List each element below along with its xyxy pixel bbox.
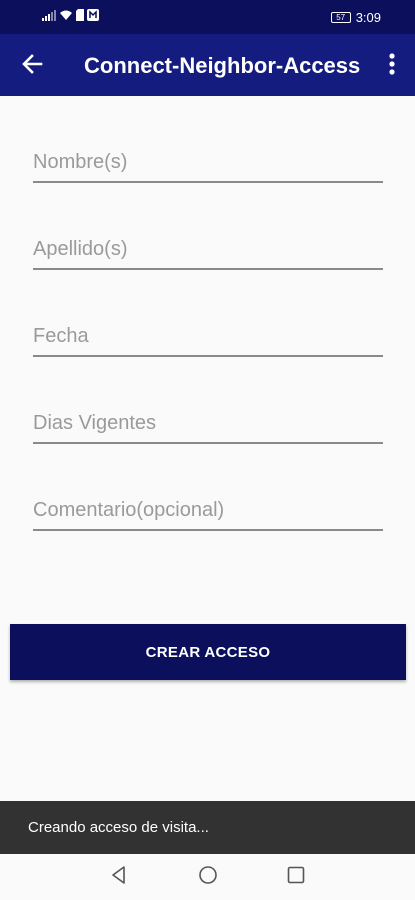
battery-icon: 57 bbox=[330, 11, 351, 23]
comentario-field[interactable] bbox=[33, 491, 383, 531]
comentario-field-container bbox=[33, 491, 383, 531]
nav-recents-button[interactable] bbox=[283, 864, 309, 890]
notification-icon bbox=[87, 8, 99, 26]
nav-home-button[interactable] bbox=[195, 864, 221, 890]
arrow-left-icon bbox=[21, 53, 43, 80]
back-triangle-icon bbox=[109, 865, 129, 890]
recents-square-icon bbox=[286, 865, 306, 890]
status-icons-left bbox=[42, 9, 99, 25]
snackbar: Creando acceso de visita... bbox=[0, 801, 415, 854]
nombre-field[interactable] bbox=[33, 143, 383, 183]
system-nav-bar bbox=[0, 854, 415, 900]
status-icons-right: 57 3:09 bbox=[330, 8, 381, 26]
more-vert-icon bbox=[389, 52, 395, 80]
signal-icon bbox=[42, 8, 56, 26]
dias-vigentes-field[interactable] bbox=[33, 404, 383, 444]
nombre-field-container bbox=[33, 143, 383, 183]
crear-acceso-button[interactable]: CREAR ACCESO bbox=[10, 624, 406, 680]
fecha-field[interactable] bbox=[33, 317, 383, 357]
nav-back-button[interactable] bbox=[106, 864, 132, 890]
sim-icon bbox=[76, 8, 84, 26]
back-button[interactable] bbox=[14, 48, 50, 84]
app-bar: Connect-Neighbor-Access bbox=[0, 34, 415, 96]
status-time: 3:09 bbox=[355, 9, 381, 25]
wifi-icon bbox=[59, 8, 73, 26]
fecha-field-container bbox=[33, 317, 383, 357]
apellido-field-container bbox=[33, 230, 383, 270]
status-bar: 57 3:09 bbox=[0, 0, 415, 34]
dias-vigentes-field-container bbox=[33, 404, 383, 444]
app-title: Connect-Neighbor-Access bbox=[84, 53, 361, 78]
home-circle-icon bbox=[198, 865, 218, 890]
snackbar-message: Creando acceso de visita... bbox=[28, 819, 209, 836]
apellido-field[interactable] bbox=[33, 230, 383, 270]
overflow-menu-button[interactable] bbox=[381, 48, 403, 84]
